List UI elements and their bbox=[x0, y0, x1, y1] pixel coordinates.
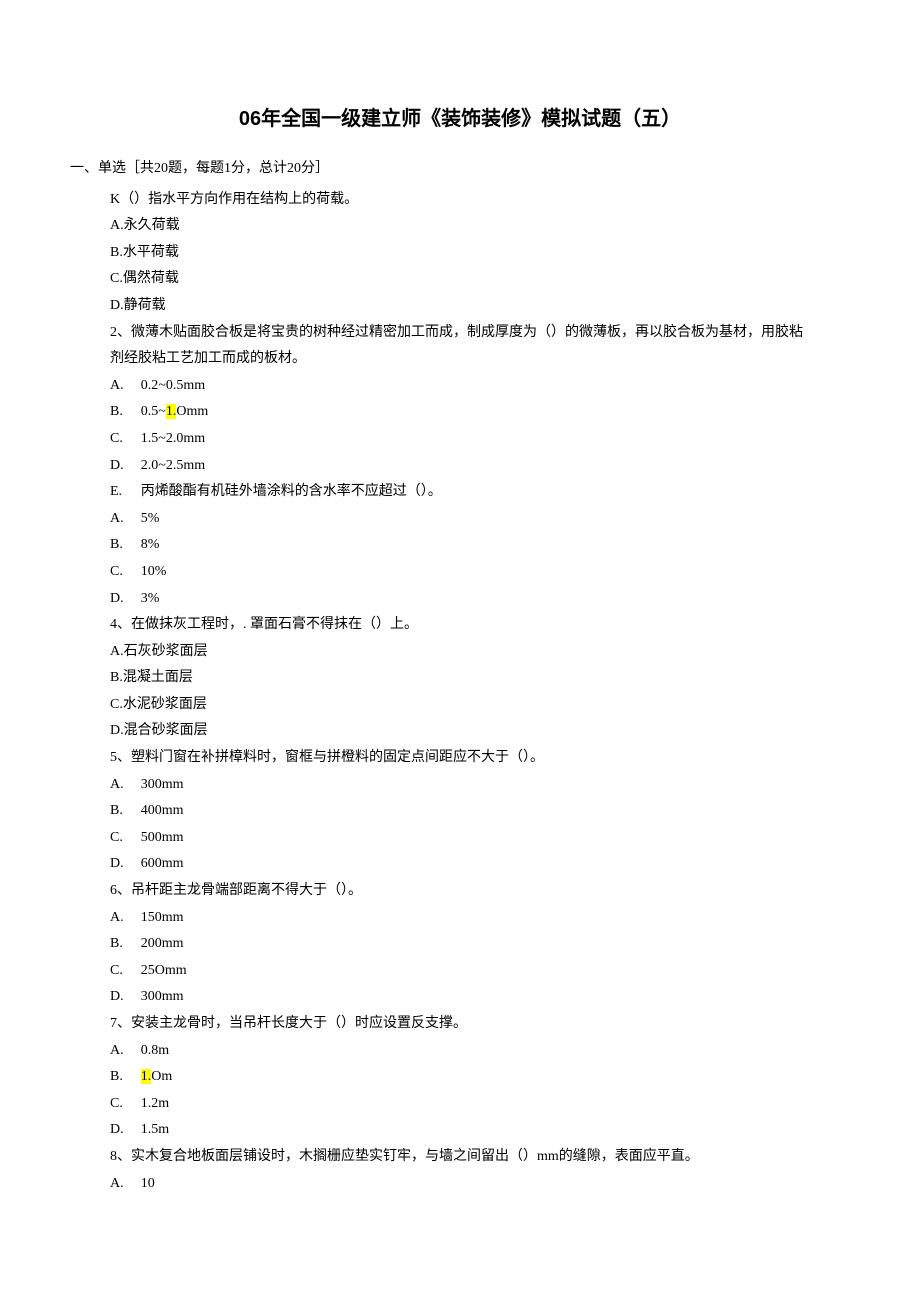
label: D. bbox=[110, 984, 141, 1011]
value: 600mm bbox=[141, 856, 184, 871]
q1-option-a: A.永久荷载 bbox=[110, 213, 810, 240]
label: A. bbox=[110, 373, 141, 400]
value: 200mm bbox=[141, 936, 184, 951]
value: 10% bbox=[141, 564, 167, 579]
q3-option-d: D.3% bbox=[110, 586, 810, 613]
label: B. bbox=[110, 798, 141, 825]
value-highlight: 1. bbox=[141, 1069, 152, 1084]
section-header: 一、单选［共20题，每题1分，总计20分］ bbox=[70, 156, 810, 183]
q4-option-a: A.石灰砂浆面层 bbox=[110, 639, 810, 666]
q2-option-e: E.丙烯酸酯有机硅外墙涂料的含水率不应超过（）。 bbox=[110, 479, 810, 506]
q5-option-a: A.300mm bbox=[110, 772, 810, 799]
label: A. bbox=[110, 506, 141, 533]
q4-option-c: C.水泥砂浆面层 bbox=[110, 692, 810, 719]
q5-option-b: B.400mm bbox=[110, 798, 810, 825]
q6-stem: 6、吊杆距主龙骨端部距离不得大于（）。 bbox=[110, 878, 810, 905]
value: 300mm bbox=[141, 989, 184, 1004]
q6-option-a: A.150mm bbox=[110, 905, 810, 932]
q3-option-b: B.8% bbox=[110, 532, 810, 559]
q2-option-d: D.2.0~2.5mm bbox=[110, 453, 810, 480]
label: B. bbox=[110, 399, 141, 426]
value: 0.8m bbox=[141, 1043, 169, 1058]
title-prefix: 06 bbox=[239, 108, 261, 130]
label: A. bbox=[110, 1038, 141, 1065]
label: A. bbox=[110, 772, 141, 799]
value: 3% bbox=[141, 591, 160, 606]
label: C. bbox=[110, 559, 141, 586]
label: D. bbox=[110, 586, 141, 613]
q7-option-c: C.1.2m bbox=[110, 1091, 810, 1118]
q6-option-d: D.300mm bbox=[110, 984, 810, 1011]
label: A. bbox=[110, 905, 141, 932]
q5-stem: 5、塑料门窗在补拼樟料时，窗框与拼橙料的固定点间距应不大于（）。 bbox=[110, 745, 810, 772]
label: D. bbox=[110, 851, 141, 878]
q2-stem: 2、微薄木贴面胶合板是将宝贵的树种经过精密加工而成，制成厚度为（）的微薄板，再以… bbox=[110, 320, 810, 373]
q2-option-a: A.0.2~0.5mm bbox=[110, 373, 810, 400]
label: B. bbox=[110, 532, 141, 559]
value: 1.2m bbox=[141, 1096, 169, 1111]
label: D. bbox=[110, 453, 141, 480]
q7-option-b: B.1.Om bbox=[110, 1064, 810, 1091]
value: 1.5m bbox=[141, 1122, 169, 1137]
q3-option-c: C.10% bbox=[110, 559, 810, 586]
value: 8% bbox=[141, 537, 160, 552]
q7-stem: 7、安装主龙骨时，当吊杆长度大于（）时应设置反支撑。 bbox=[110, 1011, 810, 1038]
label: A. bbox=[110, 1171, 141, 1198]
value: 500mm bbox=[141, 830, 184, 845]
q7-option-d: D.1.5m bbox=[110, 1117, 810, 1144]
value-pre: 0.5~ bbox=[141, 404, 166, 419]
q3-option-a: A.5% bbox=[110, 506, 810, 533]
label: C. bbox=[110, 426, 141, 453]
value: 10 bbox=[141, 1176, 155, 1191]
value-highlight: 1. bbox=[166, 404, 177, 419]
q6-option-c: C.25Omm bbox=[110, 958, 810, 985]
value: 0.2~0.5mm bbox=[141, 378, 205, 393]
q6-option-b: B.200mm bbox=[110, 931, 810, 958]
q5-option-c: C.500mm bbox=[110, 825, 810, 852]
q1-option-b: B.水平荷载 bbox=[110, 240, 810, 267]
page-title: 06年全国一级建立师《装饰装修》模拟试题（五） bbox=[110, 100, 810, 138]
q1-option-c: C.偶然荷载 bbox=[110, 266, 810, 293]
value: 丙烯酸酯有机硅外墙涂料的含水率不应超过（）。 bbox=[141, 484, 442, 499]
label: D. bbox=[110, 1117, 141, 1144]
q7-option-a: A.0.8m bbox=[110, 1038, 810, 1065]
q4-stem: 4、在做抹灰工程时，. 罩面石膏不得抹在（）上。 bbox=[110, 612, 810, 639]
value: 1.5~2.0mm bbox=[141, 431, 205, 446]
q8-option-a: A.10 bbox=[110, 1171, 810, 1198]
value-post: Om bbox=[151, 1069, 172, 1084]
q4-option-b: B.混凝土面层 bbox=[110, 665, 810, 692]
label: C. bbox=[110, 825, 141, 852]
q1-option-d: D.静荷载 bbox=[110, 293, 810, 320]
label: B. bbox=[110, 931, 141, 958]
label: C. bbox=[110, 958, 141, 985]
q1-stem: K（）指水平方向作用在结构上的荷载。 bbox=[110, 187, 810, 214]
value: 2.0~2.5mm bbox=[141, 458, 205, 473]
value: 400mm bbox=[141, 803, 184, 818]
value: 300mm bbox=[141, 777, 184, 792]
q2-option-c: C.1.5~2.0mm bbox=[110, 426, 810, 453]
q5-option-d: D.600mm bbox=[110, 851, 810, 878]
value: 25Omm bbox=[141, 963, 187, 978]
q4-option-d: D.混合砂浆面层 bbox=[110, 718, 810, 745]
value: 150mm bbox=[141, 910, 184, 925]
label: C. bbox=[110, 1091, 141, 1118]
value: 5% bbox=[141, 511, 160, 526]
value-post: Omm bbox=[176, 404, 208, 419]
label: B. bbox=[110, 1064, 141, 1091]
q8-stem: 8、实木复合地板面层铺设时，木搁栅应垫实钉牢，与墙之间留出（）mm的缝隙，表面应… bbox=[110, 1144, 810, 1171]
q2-option-b: B.0.5~1.Omm bbox=[110, 399, 810, 426]
label: E. bbox=[110, 479, 141, 506]
title-rest: 年全国一级建立师《装饰装修》模拟试题（五） bbox=[261, 108, 681, 130]
